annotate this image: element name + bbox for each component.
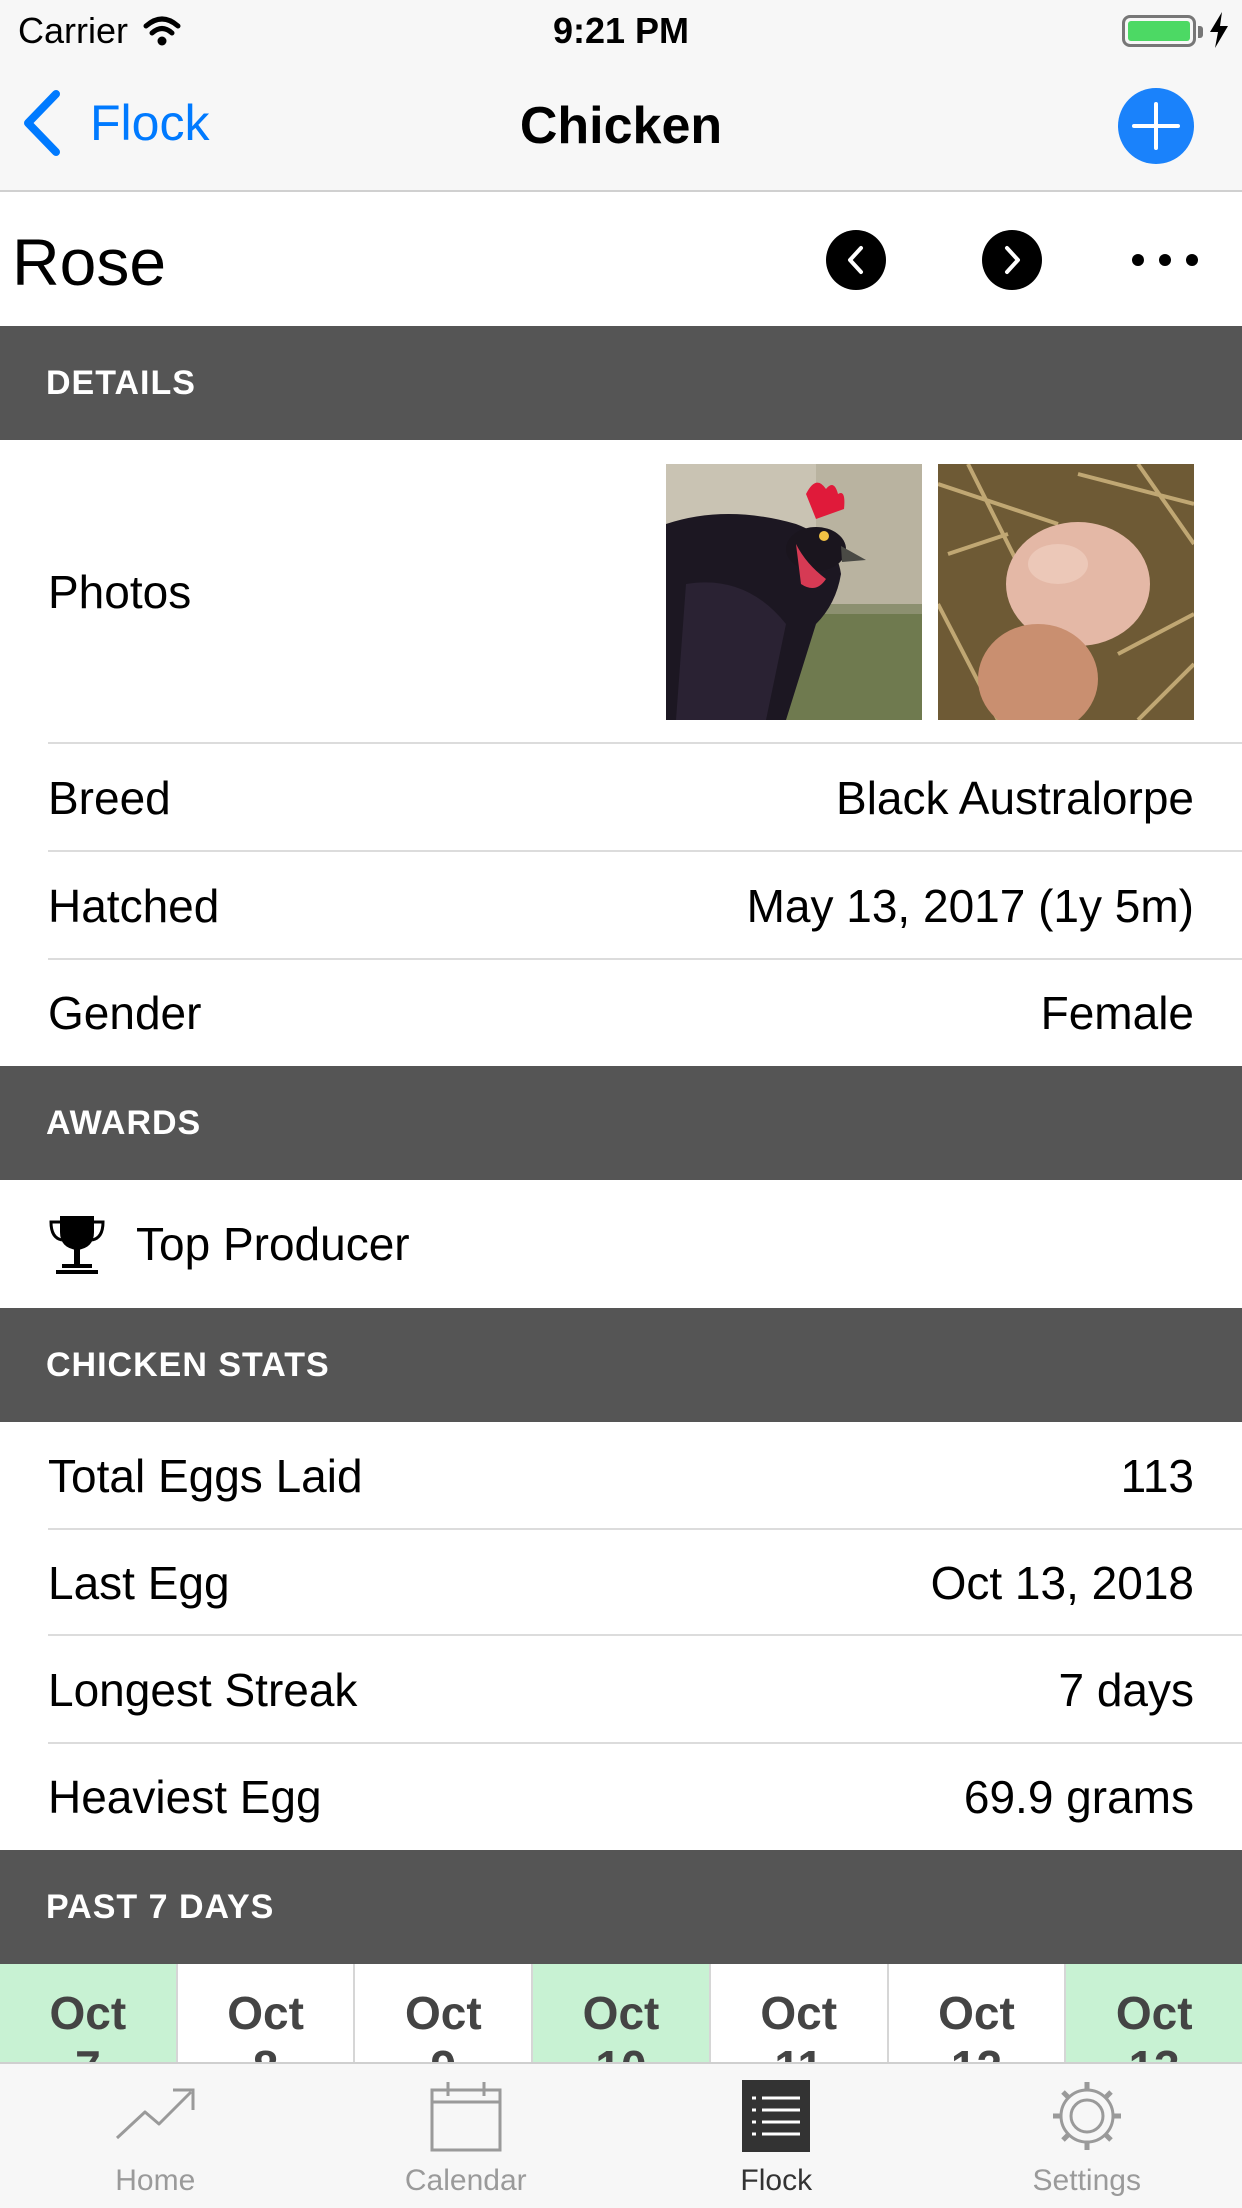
charging-bolt-icon: [1210, 12, 1228, 48]
chicken-name: Rose: [12, 225, 167, 299]
egg-photo[interactable]: [938, 464, 1194, 720]
hatched-row: Hatched May 13, 2017 (1y 5m): [0, 852, 1242, 960]
more-dot: [1132, 254, 1144, 266]
day-month: Oct: [49, 1987, 127, 2039]
chevron-right-icon: [1005, 246, 1020, 274]
photos-label: Photos: [48, 566, 192, 618]
day-month: Oct: [1115, 1987, 1193, 2039]
hatched-label: Hatched: [48, 880, 220, 932]
day-number: 11: [774, 2040, 823, 2064]
award-item: Top Producer: [0, 1180, 1242, 1308]
total-eggs-value: 113: [1120, 1450, 1194, 1502]
gender-label: Gender: [48, 987, 202, 1039]
hatched-value: May 13, 2017 (1y 5m): [746, 880, 1194, 932]
chicken-detail-screen: Carrier 9:21 PM Flock Chicken Rose DETAI…: [0, 0, 1242, 2208]
tab-calendar[interactable]: Calendar: [311, 2064, 622, 2208]
chicken-name-row: Rose: [0, 194, 1242, 326]
trophy-icon: [49, 1216, 105, 1274]
navigation-bar: Flock Chicken: [0, 60, 1242, 192]
trend-icon: [116, 2088, 195, 2140]
gender-row: Gender Female: [0, 960, 1242, 1066]
longest-streak-value: 7 days: [1058, 1664, 1194, 1716]
tab-label: Home: [115, 2164, 196, 2197]
status-time: 9:21 PM: [552, 10, 690, 51]
tab-flock[interactable]: Flock: [621, 2064, 932, 2208]
day-number: 7: [75, 2040, 101, 2064]
day-cell[interactable]: Oct 7: [0, 1964, 178, 2064]
day-month: Oct: [760, 1987, 838, 2039]
breed-label: Breed: [48, 772, 171, 824]
day-month: Oct: [404, 1987, 482, 2039]
total-eggs-label: Total Eggs Laid: [48, 1450, 363, 1502]
page-title: Chicken: [519, 97, 723, 155]
day-number: 12: [951, 2040, 1002, 2064]
tab-home[interactable]: Home: [0, 2064, 311, 2208]
day-cell[interactable]: Oct 11: [711, 1964, 889, 2064]
day-number: 13: [1129, 2040, 1180, 2064]
past-days-strip: Oct 7 Oct 8 Oct 9 Oct 10 Oct 11 Oct 12 O…: [0, 1964, 1242, 2064]
calendar-icon: [430, 2082, 502, 2152]
longest-streak-label: Longest Streak: [48, 1664, 358, 1716]
day-cell[interactable]: Oct 10: [533, 1964, 711, 2064]
battery-level-fill: [1128, 21, 1190, 41]
section-header-awards: AWARDS: [0, 1066, 1242, 1180]
tab-label: Calendar: [404, 2164, 527, 2197]
battery-tip: [1198, 26, 1203, 38]
day-number: 8: [253, 2040, 279, 2064]
battery-icon: [1122, 15, 1203, 47]
plus-icon: [1132, 102, 1180, 150]
day-cell[interactable]: Oct 12: [889, 1964, 1067, 2064]
award-label: Top Producer: [136, 1218, 410, 1270]
breed-row: Breed Black Australorpe: [0, 744, 1242, 852]
day-month: Oct: [938, 1987, 1015, 2039]
day-cell[interactable]: Oct 13: [1066, 1964, 1242, 2064]
day-cell[interactable]: Oct 9: [355, 1964, 534, 2064]
tab-label: Settings: [1032, 2164, 1141, 2197]
section-header-past-days: PAST 7 DAYS: [0, 1850, 1242, 1964]
tab-bar: Home Calendar Flock Settings: [0, 2062, 1242, 2208]
day-cell[interactable]: Oct 8: [178, 1964, 356, 2064]
last-egg-label: Last Egg: [48, 1557, 230, 1609]
heaviest-egg-label: Heaviest Egg: [48, 1771, 322, 1823]
day-number: 10: [595, 2040, 646, 2064]
day-month: Oct: [227, 1987, 304, 2039]
heaviest-egg-value: 69.9 grams: [963, 1771, 1194, 1823]
longest-streak-row: Longest Streak 7 days: [0, 1636, 1242, 1744]
previous-chicken-button[interactable]: [826, 230, 886, 290]
day-number: 9: [431, 2040, 457, 2064]
status-bar: Carrier 9:21 PM: [0, 0, 1242, 60]
heaviest-egg-row: Heaviest Egg 69.9 grams: [0, 1744, 1242, 1850]
more-dot: [1159, 254, 1171, 266]
photos-gallery: [666, 464, 1194, 720]
more-dot: [1186, 254, 1198, 266]
total-eggs-row: Total Eggs Laid 113: [0, 1422, 1242, 1530]
list-icon: [742, 2080, 811, 2152]
section-header-stats: CHICKEN STATS: [0, 1308, 1242, 1422]
gender-value: Female: [1040, 987, 1194, 1039]
chevron-left-icon: [848, 246, 863, 274]
breed-value: Black Australorpe: [836, 772, 1194, 824]
section-header-details: DETAILS: [0, 326, 1242, 440]
chicken-photo[interactable]: [666, 464, 922, 720]
next-chicken-button[interactable]: [982, 230, 1042, 290]
last-egg-value: Oct 13, 2018: [930, 1557, 1194, 1609]
tab-settings[interactable]: Settings: [932, 2064, 1242, 2208]
gear-icon: [1052, 2082, 1121, 2150]
photos-row: Photos: [0, 440, 1242, 744]
last-egg-row: Last Egg Oct 13, 2018: [0, 1530, 1242, 1636]
day-month: Oct: [582, 1987, 660, 2039]
add-button[interactable]: [1118, 88, 1194, 164]
more-options-button[interactable]: [1132, 246, 1198, 274]
tab-label: Flock: [740, 2164, 813, 2197]
